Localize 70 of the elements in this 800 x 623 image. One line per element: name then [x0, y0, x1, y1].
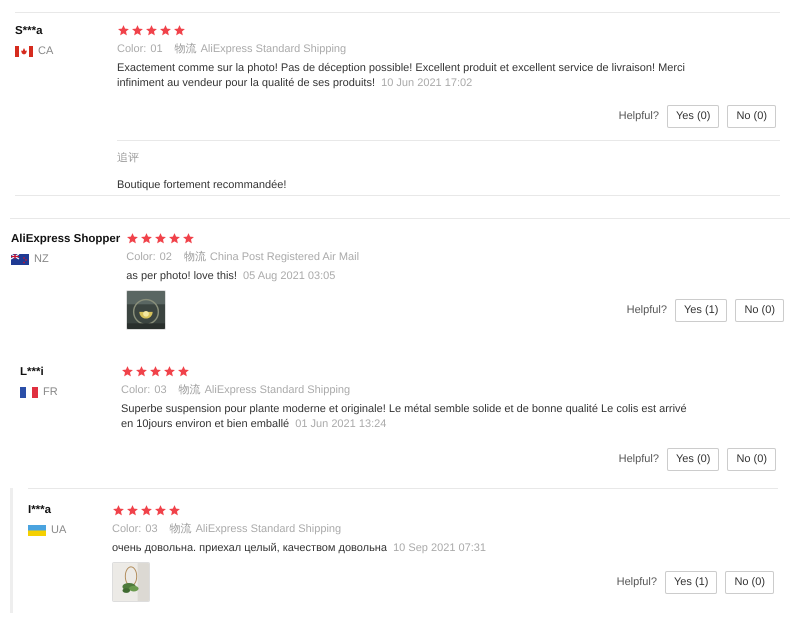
no-button[interactable]: No (0) — [727, 448, 776, 471]
flag-icon — [11, 254, 29, 265]
reviewer-name: AliExpress Shopper — [11, 232, 120, 247]
review-text: Superbe suspension pour plante moderne et originale! Le métal semble solide et de bonne qualité Le colis est arrivé en 10jours environ et bien emballé 01 Jun 2021 13:24 — [121, 402, 688, 432]
color-value: 03 — [154, 383, 167, 397]
star-icon — [168, 232, 182, 244]
color-label: Color: — [112, 522, 142, 536]
star-icon — [112, 504, 125, 516]
shipping-label: 物流 — [170, 522, 192, 536]
star-icon — [121, 364, 134, 378]
shipping-label: 物流 — [184, 250, 206, 264]
review-text: очень довольна. приехал целый, качеством довольна 10 Sep 2021 07:31 — [112, 541, 488, 556]
color-value: 02 — [160, 250, 172, 264]
reviewer-name: S***a — [15, 24, 44, 39]
helpful-label: Helpful? — [618, 109, 659, 124]
color-label: Color: — [126, 250, 156, 264]
flag-icon — [28, 524, 46, 536]
star-icon — [168, 504, 181, 516]
review-date: 10 Sep 2021 07:31 — [393, 542, 486, 554]
reviewer-name: L***i — [20, 365, 45, 380]
shipping-method: AliExpress Standard Shipping — [196, 522, 342, 536]
star-icon — [154, 504, 167, 516]
no-button[interactable]: No (0) — [725, 570, 774, 594]
yes-button[interactable]: Yes (0) — [666, 448, 720, 471]
country-code: CA — [38, 44, 54, 59]
star-icon — [159, 24, 172, 36]
star-icon — [149, 364, 162, 378]
color-value: 03 — [145, 522, 158, 536]
no-button[interactable]: No (0) — [735, 298, 784, 322]
reviewer-name: I***a — [28, 503, 52, 518]
no-button[interactable]: No (0) — [727, 105, 776, 128]
color-label: Color: — [117, 42, 146, 56]
shipping-label: 物流 — [174, 42, 197, 56]
yes-button[interactable]: Yes (1) — [674, 298, 728, 322]
shipping-method: AliExpress Standard Shipping — [200, 42, 346, 56]
flag-icon — [15, 46, 33, 57]
followup-text: Boutique fortement recommandée! — [117, 178, 288, 192]
star-icon — [126, 232, 140, 244]
helpful-label: Helpful? — [616, 574, 657, 590]
flag-icon — [20, 386, 38, 398]
star-icon — [131, 24, 144, 36]
star-icon — [126, 504, 139, 516]
helpful-label: Helpful? — [618, 452, 659, 468]
star-icon — [140, 504, 153, 516]
star-icon — [145, 24, 158, 36]
country-code: NZ — [34, 252, 49, 267]
helpful-label: Helpful? — [626, 302, 667, 318]
color-label: Color: — [121, 383, 150, 397]
shipping-method: China Post Registered Air Mail — [210, 250, 360, 264]
review-date: 05 Aug 2021 03:05 — [243, 270, 336, 282]
star-icon — [135, 364, 148, 378]
star-icon — [182, 232, 196, 244]
review-date: 01 Jun 2021 13:24 — [295, 418, 386, 430]
color-value: 01 — [150, 42, 163, 56]
shipping-method: AliExpress Standard Shipping — [204, 383, 350, 397]
yes-button[interactable]: Yes (0) — [666, 105, 720, 128]
followup-label: 追评 — [117, 151, 140, 166]
review-text: Exactement comme sur la photo! Pas de déception possible! Excellent produit et excellent service de livraison! Merci infiniment au vendeur pour la qualité de ses produits! 10 Jun 2021 17:02 — [117, 61, 686, 91]
country-code: FR — [43, 385, 58, 400]
star-icon — [140, 232, 154, 244]
country-code: UA — [51, 523, 66, 538]
review-text: as per photo! love this! 05 Aug 2021 03:05 — [126, 269, 336, 284]
star-icon — [117, 24, 130, 36]
star-icon — [154, 232, 168, 244]
review-date: 10 Jun 2021 17:02 — [381, 77, 472, 89]
star-icon — [163, 364, 176, 378]
star-icon — [177, 364, 190, 378]
yes-button[interactable]: Yes (1) — [664, 570, 718, 594]
star-icon — [173, 24, 186, 36]
shipping-label: 物流 — [178, 383, 201, 397]
